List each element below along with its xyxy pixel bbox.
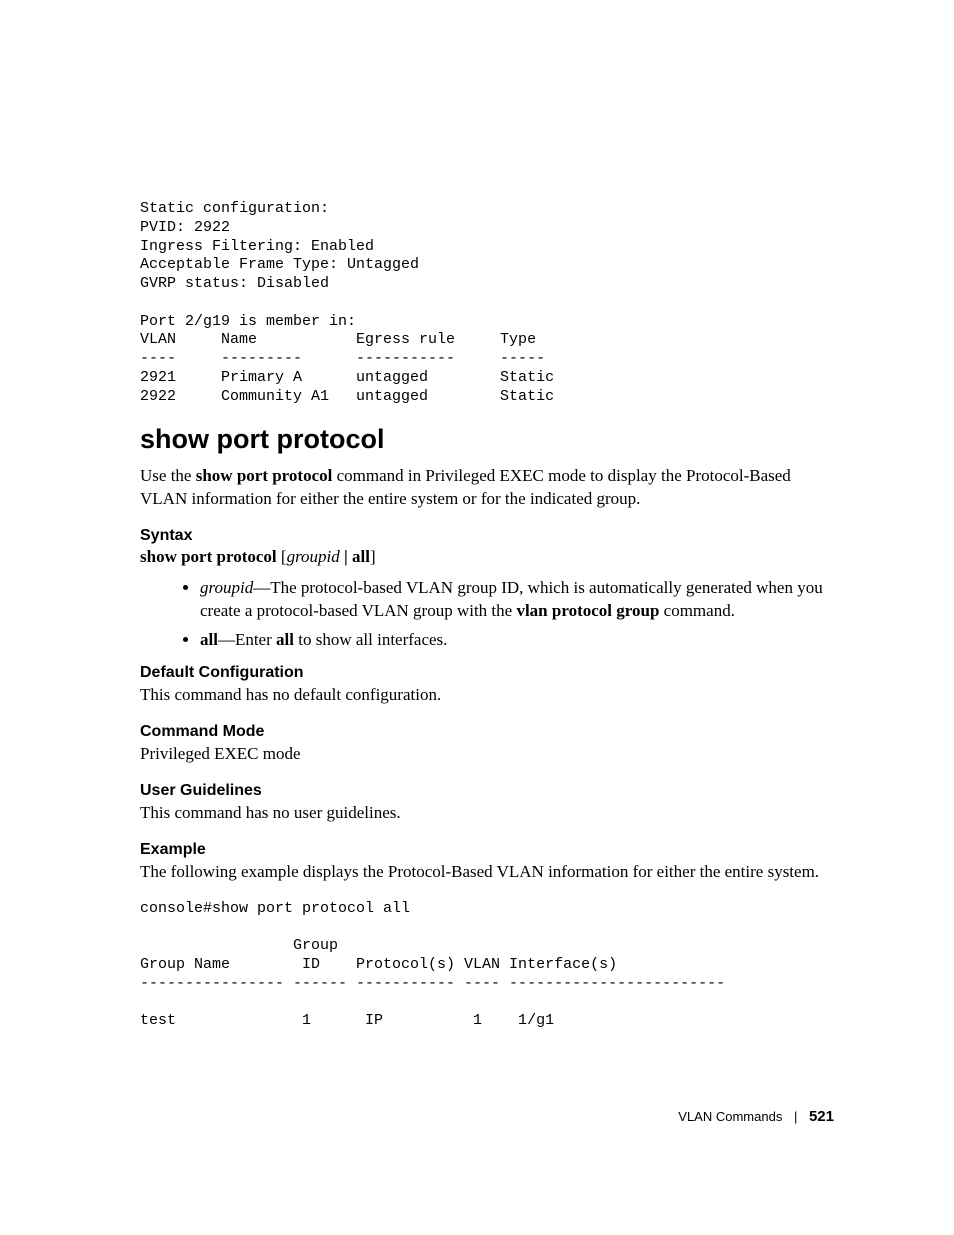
intro-command: show port protocol xyxy=(196,466,333,485)
intro-paragraph: Use the show port protocol command in Pr… xyxy=(140,465,834,511)
syntax-sep: | xyxy=(340,547,352,566)
bullet-all-all2: all xyxy=(276,630,294,649)
syntax-cmd: show port protocol xyxy=(140,547,277,566)
syntax-bullets: groupid—The protocol-based VLAN group ID… xyxy=(172,577,834,652)
bullet-all: all—Enter all to show all interfaces. xyxy=(200,629,834,652)
command-mode-heading: Command Mode xyxy=(140,723,834,741)
footer-divider: | xyxy=(794,1109,797,1124)
user-guidelines-heading: User Guidelines xyxy=(140,782,834,800)
user-guidelines-text: This command has no user guidelines. xyxy=(140,802,834,825)
syntax-arg: groupid xyxy=(287,547,340,566)
bullet-groupid-term: groupid xyxy=(200,578,253,597)
bullet-all-term: all xyxy=(200,630,218,649)
footer-chapter: VLAN Commands xyxy=(678,1109,782,1124)
syntax-line: show port protocol [groupid | all] xyxy=(140,547,834,567)
command-mode-text: Privileged EXEC mode xyxy=(140,743,834,766)
code-block-static-config: Static configuration: PVID: 2922 Ingress… xyxy=(140,200,834,406)
bullet-all-dash: —Enter xyxy=(218,630,276,649)
footer-page-number: 521 xyxy=(809,1108,834,1125)
bullet-all-tail: to show all interfaces. xyxy=(294,630,447,649)
bullet-groupid-tail: command. xyxy=(659,601,735,620)
intro-pre: Use the xyxy=(140,466,196,485)
syntax-all: all xyxy=(352,547,370,566)
example-text: The following example displays the Proto… xyxy=(140,861,834,884)
page: Static configuration: PVID: 2922 Ingress… xyxy=(0,0,954,1235)
bullet-groupid: groupid—The protocol-based VLAN group ID… xyxy=(200,577,834,623)
code-block-example: console#show port protocol all Group Gro… xyxy=(140,900,834,1031)
example-heading: Example xyxy=(140,841,834,859)
syntax-close: ] xyxy=(370,547,376,566)
default-config-heading: Default Configuration xyxy=(140,664,834,682)
section-title: show port protocol xyxy=(140,424,834,455)
syntax-open: [ xyxy=(277,547,287,566)
bullet-groupid-cmd: vlan protocol group xyxy=(516,601,659,620)
default-config-text: This command has no default configuratio… xyxy=(140,684,834,707)
page-footer: VLAN Commands | 521 xyxy=(678,1108,834,1125)
syntax-heading: Syntax xyxy=(140,527,834,545)
